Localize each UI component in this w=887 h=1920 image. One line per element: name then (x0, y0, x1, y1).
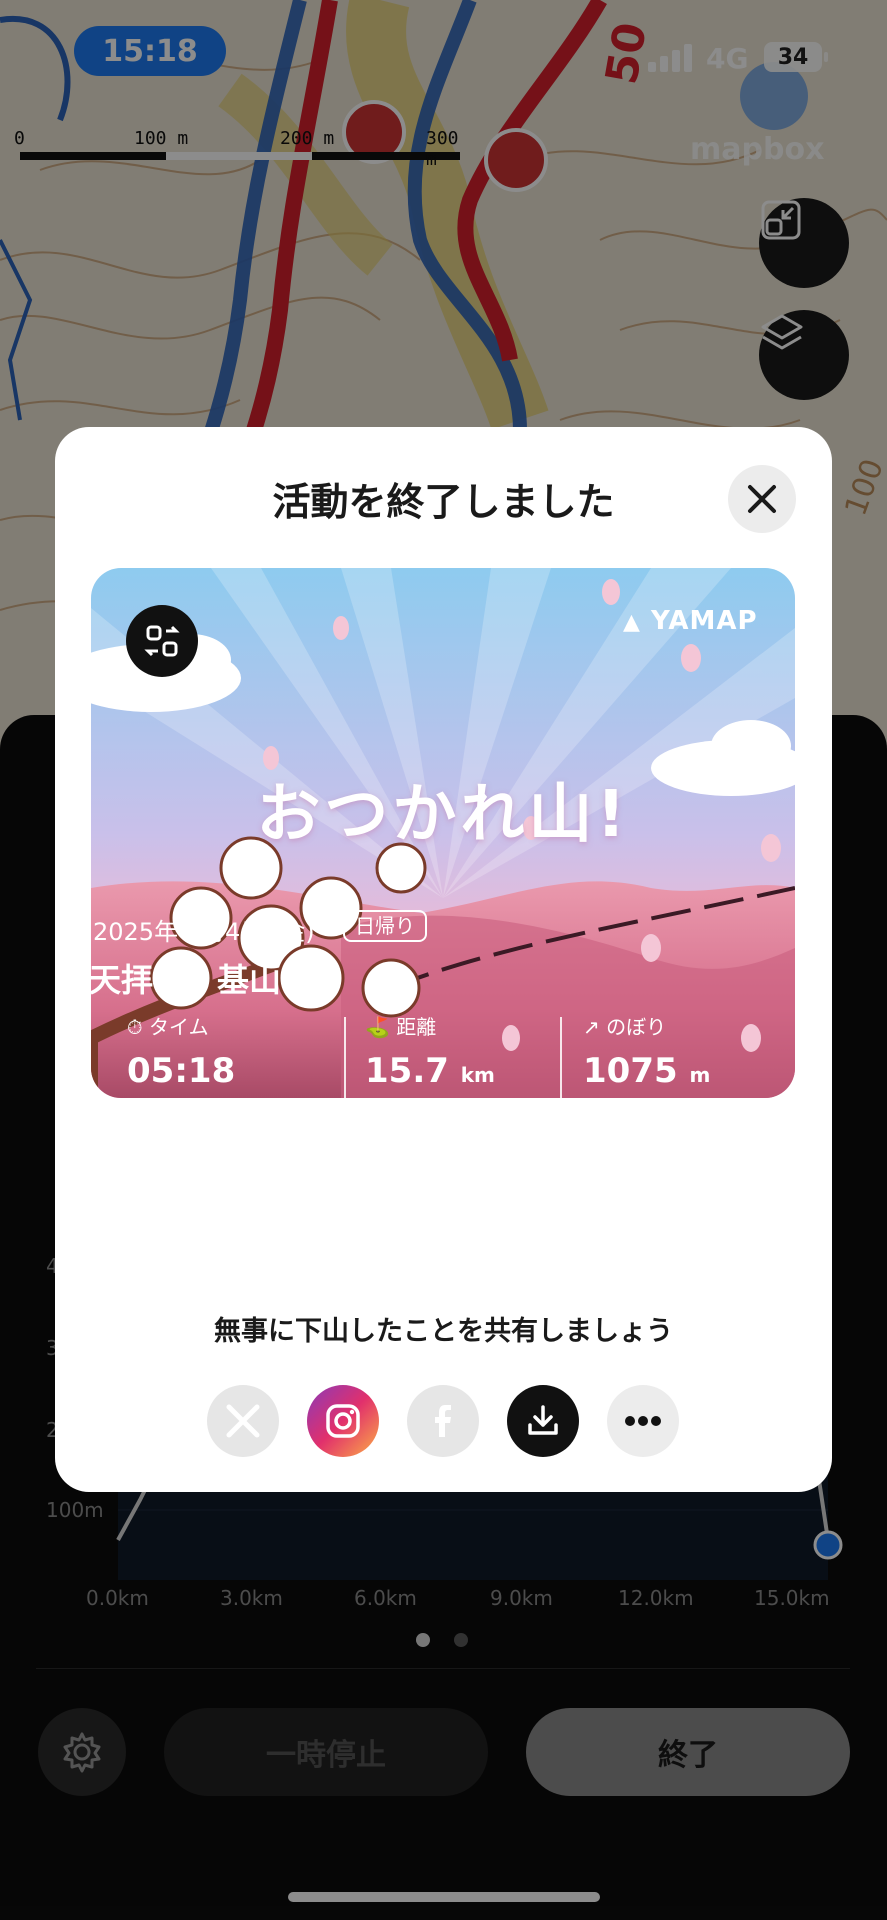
close-button[interactable] (728, 465, 796, 533)
stat-unit: m (689, 1063, 711, 1087)
share-facebook-button[interactable] (407, 1385, 479, 1457)
stat-divider (344, 1017, 346, 1103)
activity-date: 2025年 4月4日 (金) (93, 918, 315, 946)
route-icon: ⛳ (365, 1015, 397, 1039)
card-headline: おつかれ山! (256, 778, 630, 852)
share-instagram-button[interactable] (307, 1385, 379, 1457)
stopwatch-icon: ⏱ (127, 1015, 149, 1039)
mountain-name: 天拝山・基山 (89, 961, 282, 999)
download-button[interactable] (507, 1385, 579, 1457)
download-icon (528, 1405, 558, 1435)
dialog-title: 活動を終了しました (272, 480, 615, 524)
instagram-icon (326, 1404, 360, 1438)
stat-value: 05:18 (127, 1051, 236, 1091)
stat-label: のぼり (606, 1015, 667, 1039)
stat-value: 15.7 (365, 1051, 449, 1091)
switch-card-button[interactable] (126, 605, 198, 677)
more-icon (625, 1416, 661, 1426)
stat-label: タイム (148, 1015, 209, 1039)
share-x-button[interactable] (207, 1385, 279, 1457)
brand-name: YAMAP (650, 606, 758, 636)
stat-divider (560, 1017, 562, 1103)
yamap-mountain-icon: ▲ (623, 610, 641, 635)
share-caption: 無事に下山したことを共有しましょう (214, 1316, 673, 1347)
stat-unit: km (460, 1063, 495, 1087)
ascent-icon: ↗ (583, 1015, 607, 1039)
more-options-button[interactable] (607, 1385, 679, 1457)
x-icon (226, 1404, 260, 1438)
yamap-logo: ▲ YAMAP (623, 606, 758, 636)
stat-label: 距離 (396, 1015, 437, 1039)
close-icon (748, 485, 776, 513)
stat-value: 1075 (583, 1051, 678, 1091)
trip-type-badge: 日帰り (343, 910, 427, 942)
facebook-icon (435, 1405, 451, 1437)
activity-finished-dialog: 活動を終了しました ▲ YAMAP おつかれ山! 2025年 4月4日 (金) … (55, 427, 832, 1492)
switch-icon (144, 625, 180, 657)
